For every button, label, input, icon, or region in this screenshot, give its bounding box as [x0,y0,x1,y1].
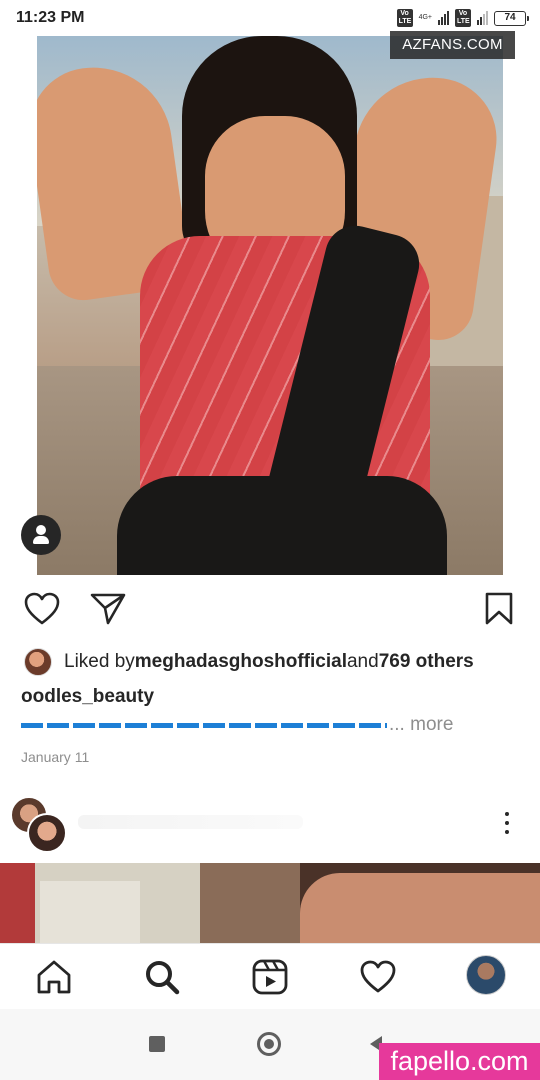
system-home-icon[interactable] [257,1032,281,1056]
share-button[interactable] [90,592,126,626]
recents-icon[interactable] [149,1036,165,1052]
caption-more-link[interactable]: ... more [389,714,453,736]
heart-icon [360,960,396,993]
user-tag-icon[interactable] [21,515,61,555]
send-icon [90,593,126,625]
save-button[interactable] [484,592,514,626]
liker-avatar[interactable] [24,648,52,676]
liked-and: and [346,651,379,672]
next-post-avatar-secondary[interactable] [27,813,67,853]
volte-badge-sim1: Vo LTE [396,9,413,27]
next-post-image[interactable] [0,863,540,943]
liked-user-link[interactable]: meghadasghoshofficial [135,651,347,673]
search-icon [146,961,180,995]
home-icon [37,960,71,994]
next-post-username-blurred [78,815,303,829]
like-button[interactable] [24,592,60,626]
watermark-bottom: fapello.com [379,1043,540,1080]
nav-activity-button[interactable] [359,958,397,996]
liked-others-link[interactable]: 769 others [379,651,474,673]
post-date: January 11 [21,749,90,765]
nav-reels-button[interactable] [251,958,289,996]
post-image[interactable] [37,36,503,575]
photo-building [40,881,140,943]
status-icons: Vo LTE 4G+ Vo LTE 74 [396,9,529,27]
likes-summary[interactable]: Liked by meghadasghoshofficial and 769 o… [24,648,474,676]
photo-face [300,873,540,943]
caption-username[interactable]: oodles_beauty [21,686,154,708]
network-type-label: 4G+ [418,14,432,21]
nav-home-button[interactable] [35,958,73,996]
watermark-top: AZFANS.COM [390,31,515,59]
bottom-nav [0,943,540,1009]
battery-icon: 74 [494,10,529,26]
bookmark-icon [485,592,513,625]
caption-hashtags-bar[interactable] [21,722,387,728]
volte-badge-sim2: Vo LTE [455,9,471,27]
heart-icon [24,592,60,625]
liked-prefix: Liked by [64,651,135,672]
nav-search-button[interactable] [143,958,181,996]
nav-profile-avatar[interactable] [466,955,506,995]
reels-icon [252,959,288,995]
status-time: 11:23 PM [16,9,85,26]
signal-strength-icon [438,11,449,25]
signal-strength-icon-sim2 [477,11,488,25]
photo-saree-lower [117,476,447,575]
more-vertical-icon[interactable] [502,812,512,838]
caption: ... more [21,714,453,736]
